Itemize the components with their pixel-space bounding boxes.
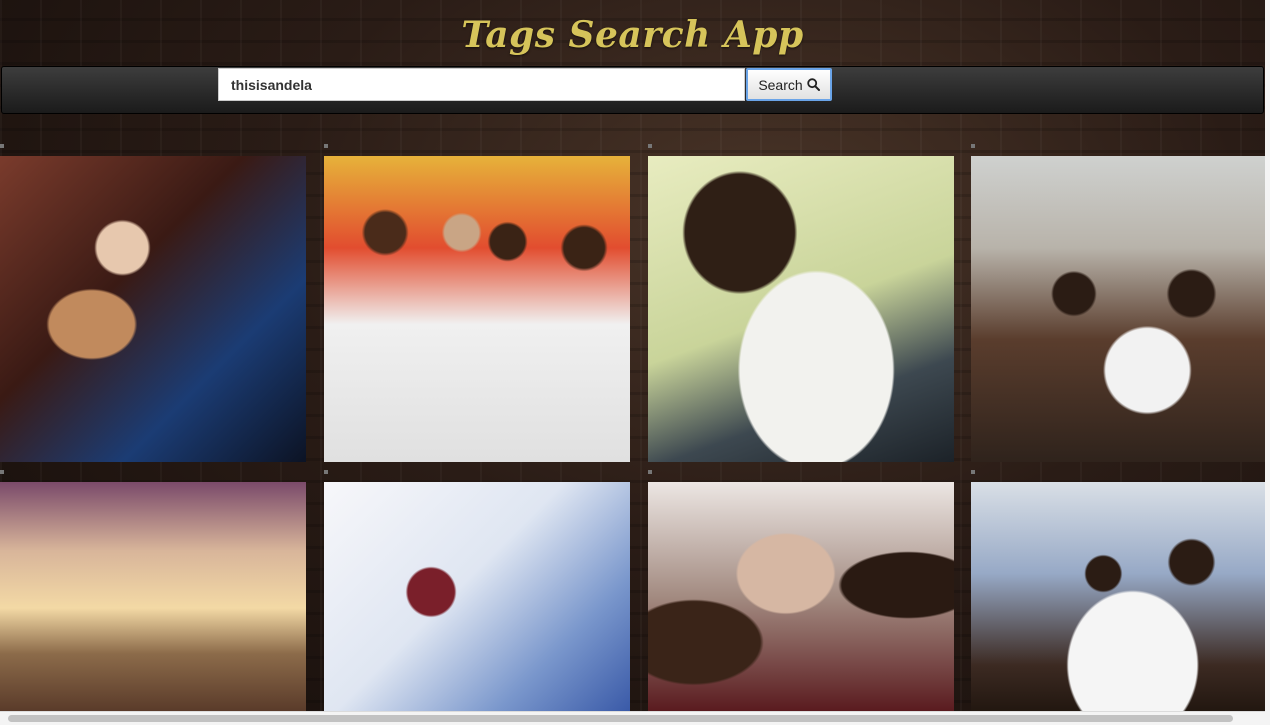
photo-card[interactable] (648, 470, 954, 711)
photo-card[interactable] (324, 144, 630, 462)
photo-andela-institute-group[interactable] (324, 156, 630, 462)
photo-classroom-crowd[interactable] (971, 156, 1265, 462)
card-bullet (971, 470, 975, 474)
photo-woman-playing-guitar[interactable] (0, 156, 306, 462)
photo-card[interactable] (0, 470, 306, 711)
photo-group-hug-photo[interactable] (971, 482, 1265, 711)
card-bullet (324, 144, 328, 148)
photo-grid (0, 0, 1270, 725)
card-bullet (324, 470, 328, 474)
photo-presenter-whiteboard[interactable] (324, 482, 630, 711)
horizontal-scrollbar[interactable] (0, 711, 1265, 725)
card-bullet (0, 470, 4, 474)
vertical-scrollbar-track[interactable] (1265, 0, 1270, 725)
card-bullet (648, 144, 652, 148)
photo-sunset-rooftop-tower[interactable] (0, 482, 306, 711)
photo-group-selfie[interactable] (648, 482, 954, 711)
photo-card[interactable] (324, 470, 630, 711)
card-bullet (0, 144, 4, 148)
photo-card[interactable] (0, 144, 306, 462)
horizontal-scrollbar-thumb[interactable] (8, 715, 1233, 722)
photo-card[interactable] (971, 470, 1265, 711)
card-bullet (971, 144, 975, 148)
card-bullet (648, 470, 652, 474)
photo-card[interactable] (971, 144, 1265, 462)
photo-brooklyn-shirt-selfie[interactable] (648, 156, 954, 462)
photo-card[interactable] (648, 144, 954, 462)
